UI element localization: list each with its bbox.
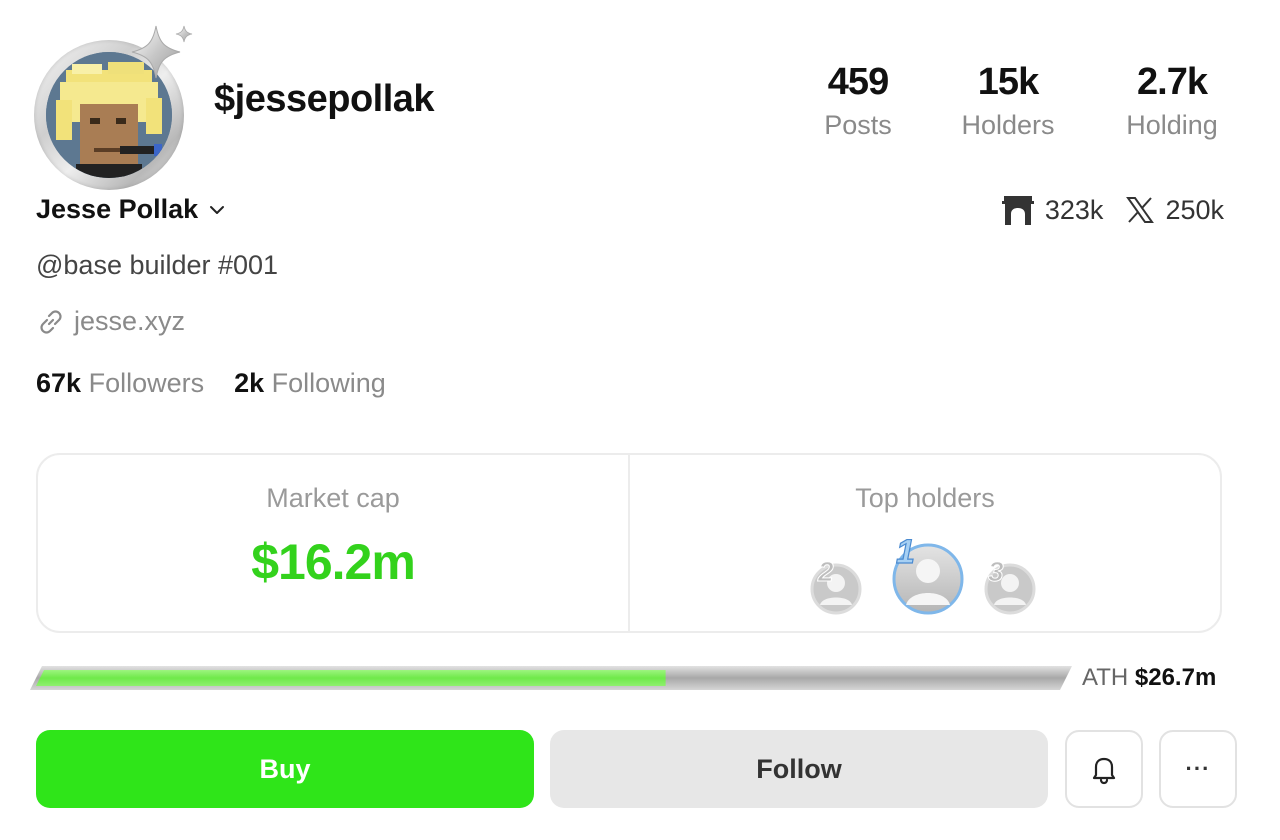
more-options-button[interactable]: ··· xyxy=(1159,730,1237,808)
stat-holding[interactable]: 2.7k Holding xyxy=(1118,62,1226,141)
market-cap-panel[interactable]: Market cap $16.2m xyxy=(38,455,628,631)
followers-link[interactable]: 67k Followers xyxy=(36,368,204,399)
stat-value: 459 xyxy=(827,61,889,103)
stat-value: 15k xyxy=(977,61,1039,103)
stat-label: Holders xyxy=(961,110,1055,140)
holder-rank-2: 2 xyxy=(817,556,834,587)
follow-button[interactable]: Follow xyxy=(550,730,1048,808)
stat-label: Holding xyxy=(1126,110,1218,140)
notifications-button[interactable] xyxy=(1065,730,1143,808)
stat-holders[interactable]: 15k Holders xyxy=(958,62,1058,141)
market-cap-title: Market cap xyxy=(266,483,400,513)
website-link[interactable]: jesse.xyz xyxy=(36,306,185,337)
holder-avatar-3: 3 xyxy=(984,556,1036,615)
holder-rank-1: 1 xyxy=(896,539,915,571)
social-counts: 323k 250k xyxy=(1001,194,1224,226)
ath-progress-fill xyxy=(36,670,666,686)
farcaster-arch-icon[interactable] xyxy=(1001,194,1035,226)
x-count: 250k xyxy=(1165,194,1224,225)
ath-label: ATH xyxy=(1082,664,1129,691)
stat-value: 2.7k xyxy=(1137,61,1208,103)
link-icon xyxy=(40,309,62,334)
holder-avatar-2: 2 xyxy=(810,556,862,615)
holder-avatar-1: 1 xyxy=(892,539,964,615)
x-logo-icon[interactable] xyxy=(1125,195,1155,225)
following-link[interactable]: 2k Following xyxy=(234,368,386,399)
stat-label: Posts xyxy=(824,110,892,140)
name-dropdown[interactable]: Jesse Pollak xyxy=(36,194,226,225)
top-holders-title: Top holders xyxy=(855,483,995,513)
ath-value: $26.7m xyxy=(1134,664,1217,691)
sparkle-icon xyxy=(131,25,193,79)
bell-icon xyxy=(1092,757,1116,785)
stats-card: Market cap $16.2m Top holders 2 1 3 xyxy=(36,453,1222,633)
farcaster-count: 323k xyxy=(1044,194,1104,225)
profile-handle: $jessepollak xyxy=(214,78,435,120)
avatar[interactable] xyxy=(34,18,204,190)
ath-progress-bar xyxy=(30,666,1072,690)
top-holders-avatars: 2 1 3 xyxy=(810,539,1036,615)
ath-readout: ATH $26.7m xyxy=(1082,664,1216,692)
followers-label: Followers xyxy=(88,368,205,398)
stat-posts[interactable]: 459 Posts xyxy=(822,62,894,141)
website-text: jesse.xyz xyxy=(74,306,186,336)
display-name: Jesse Pollak xyxy=(36,194,199,224)
holder-rank-3: 3 xyxy=(988,556,1004,587)
chevron-down-icon xyxy=(210,205,225,214)
followers-count: 67k xyxy=(36,368,82,398)
following-label: Following xyxy=(271,368,386,398)
top-holders-panel[interactable]: Top holders 2 1 3 xyxy=(628,455,1220,631)
bio: @base builder #001 xyxy=(36,250,279,280)
following-count: 2k xyxy=(234,368,265,398)
buy-button[interactable]: Buy xyxy=(36,730,534,808)
market-cap-value: $16.2m xyxy=(251,534,416,590)
follow-counts: 67k Followers 2k Following xyxy=(36,368,386,399)
